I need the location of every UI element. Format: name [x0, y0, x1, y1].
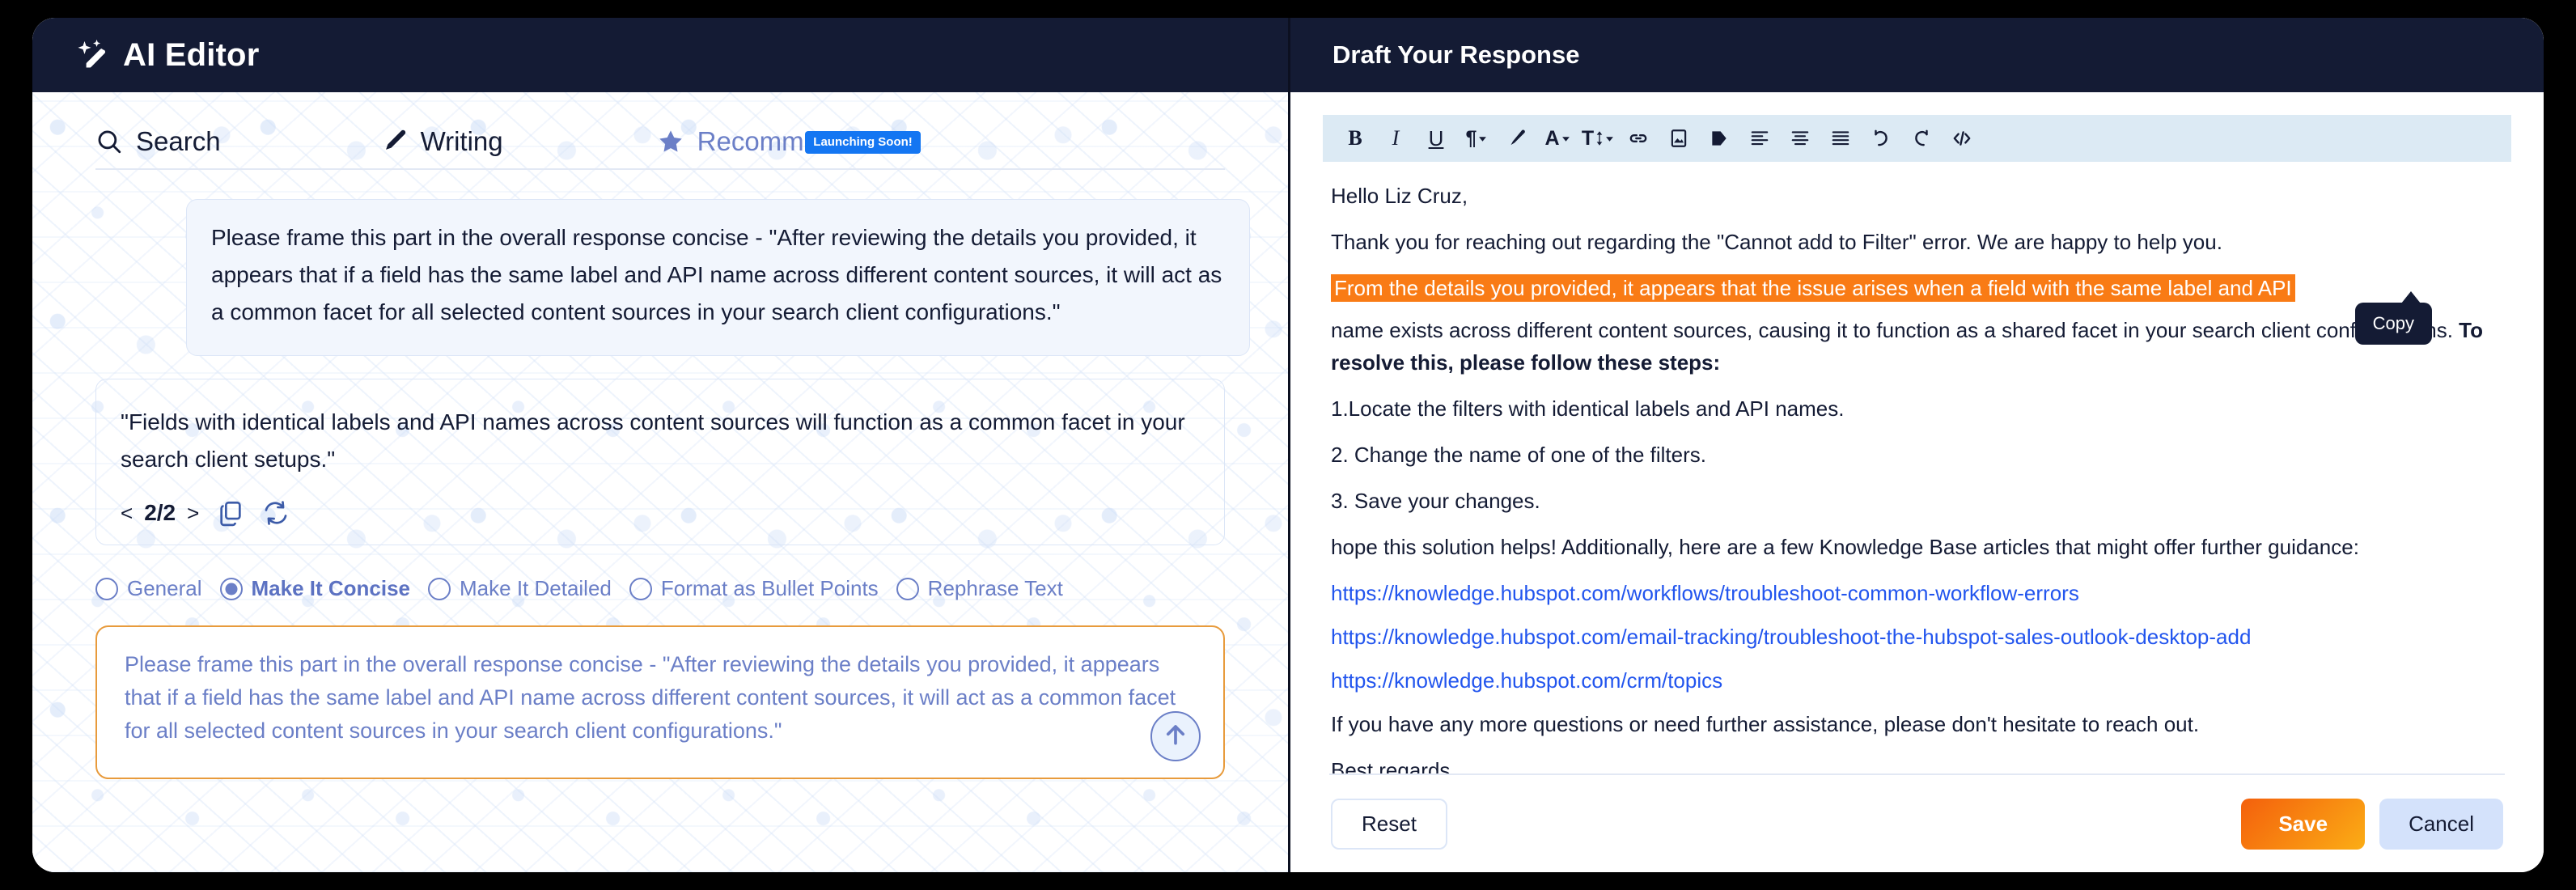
- launching-soon-badge: Launching Soon!: [805, 131, 921, 154]
- link-icon[interactable]: [1621, 121, 1656, 156]
- arrow-up-icon: [1162, 721, 1189, 752]
- copy-icon[interactable]: [217, 499, 244, 527]
- response-pager[interactable]: < 2/2 >: [121, 500, 199, 526]
- brand: AI Editor: [76, 37, 259, 74]
- image-icon[interactable]: [1661, 121, 1697, 156]
- paragraph-format-icon[interactable]: ¶: [1459, 121, 1494, 156]
- redo-icon[interactable]: [1904, 121, 1939, 156]
- kb-link-3[interactable]: https://knowledge.hubspot.com/crm/topics: [1331, 664, 2505, 697]
- radio-make-it-concise-label: Make It Concise: [251, 576, 411, 600]
- magic-wand-sparkle-icon: [76, 38, 110, 72]
- left-body: Search Writing R: [32, 92, 1288, 872]
- radio-circle-selected-icon: [219, 577, 243, 600]
- draft-title: Draft Your Response: [1332, 40, 1580, 69]
- radio-rephrase-text-label: Rephrase Text: [927, 576, 1063, 600]
- radio-make-it-concise[interactable]: Make It Concise: [219, 576, 411, 601]
- app-title: AI Editor: [123, 36, 260, 73]
- editor-highlighted-paragraph: From the details you provided, it appear…: [1331, 272, 2505, 304]
- pager-value: 2/2: [144, 500, 176, 525]
- app-header: AI Editor: [32, 18, 1288, 92]
- footer-actions: Save Cancel: [2241, 798, 2503, 850]
- editor-toolbar: B I U ¶ A T: [1323, 115, 2511, 162]
- tab-search-label: Search: [136, 126, 221, 156]
- highlighted-text: From the details you provided, it appear…: [1331, 274, 2295, 302]
- response-controls: < 2/2 >: [121, 499, 1200, 527]
- star-icon: [657, 128, 684, 155]
- align-justify-icon[interactable]: [1823, 121, 1858, 156]
- tag-icon[interactable]: [1701, 121, 1737, 156]
- prompt-composer[interactable]: Please frame this part in the overall re…: [95, 625, 1225, 779]
- save-button[interactable]: Save: [2241, 798, 2366, 850]
- editor-hope-paragraph: hope this solution helps! Additionally, …: [1331, 535, 2359, 559]
- pencil-icon: [380, 128, 408, 155]
- tab-writing-label: Writing: [420, 126, 503, 156]
- user-prompt-bubble: Please frame this part in the overall re…: [186, 199, 1250, 356]
- align-center-icon[interactable]: [1782, 121, 1818, 156]
- left-panel: AI Editor Search Writing Launching Soon!…: [32, 18, 1288, 872]
- tab-search[interactable]: Search: [95, 126, 221, 168]
- ai-editor-window: AI Editor Search Writing Launching Soon!…: [32, 18, 2544, 872]
- editor-greeting: Hello Liz Cruz,: [1331, 184, 1468, 208]
- right-panel: Draft Your Response B I U ¶ A T Copy Hel…: [1288, 18, 2544, 872]
- underline-icon[interactable]: U: [1418, 121, 1454, 156]
- composer-input[interactable]: Please frame this part in the overall re…: [125, 648, 1193, 748]
- pager-next-button[interactable]: >: [187, 501, 199, 526]
- pager-prev-button[interactable]: <: [121, 501, 133, 526]
- radio-circle-icon: [428, 577, 451, 600]
- editor-resolution-paragraph: name exists across different content sou…: [1331, 314, 2505, 379]
- radio-general[interactable]: General: [95, 576, 202, 601]
- tab-writing[interactable]: Writing: [380, 126, 503, 168]
- resolution-plain-text: name exists across different content sou…: [1331, 318, 2459, 342]
- radio-circle-icon: [629, 577, 652, 600]
- undo-icon[interactable]: [1863, 121, 1899, 156]
- editor-closing-paragraph: If you have any more questions or need f…: [1331, 712, 2200, 736]
- bold-icon[interactable]: B: [1337, 121, 1373, 156]
- send-button[interactable]: [1150, 711, 1201, 761]
- draft-body: B I U ¶ A T Copy Hello Liz Cruz, Thank y…: [1290, 92, 2544, 872]
- kb-link-1[interactable]: https://knowledge.hubspot.com/workflows/…: [1331, 577, 2505, 609]
- editor-signoff: Best regards,: [1331, 758, 1456, 773]
- font-color-icon[interactable]: A: [1540, 121, 1575, 156]
- highlighter-pen-icon[interactable]: [1499, 121, 1535, 156]
- radio-rephrase-text[interactable]: Rephrase Text: [896, 576, 1063, 601]
- draft-footer: Reset Save Cancel: [1329, 773, 2505, 872]
- editor-thanks-paragraph: Thank you for reaching out regarding the…: [1331, 230, 2222, 254]
- ai-response-card: "Fields with identical labels and API na…: [95, 379, 1225, 545]
- user-prompt-text: Please frame this part in the overall re…: [211, 225, 1222, 324]
- ai-response-text: "Fields with identical labels and API na…: [121, 409, 1185, 472]
- radio-format-as-bullet-points[interactable]: Format as Bullet Points: [629, 576, 879, 601]
- font-size-icon[interactable]: T: [1580, 121, 1616, 156]
- radio-format-as-bullet-points-label: Format as Bullet Points: [660, 576, 879, 600]
- refresh-icon[interactable]: [262, 499, 290, 527]
- radio-circle-icon: [95, 577, 118, 600]
- search-icon: [95, 128, 123, 155]
- code-icon[interactable]: [1944, 121, 1980, 156]
- radio-make-it-detailed[interactable]: Make It Detailed: [428, 576, 612, 601]
- draft-editor[interactable]: Copy Hello Liz Cruz, Thank you for reach…: [1323, 162, 2511, 773]
- cancel-button[interactable]: Cancel: [2379, 798, 2503, 850]
- radio-make-it-detailed-label: Make It Detailed: [460, 576, 612, 600]
- radio-general-label: General: [127, 576, 202, 600]
- align-left-icon[interactable]: [1742, 121, 1777, 156]
- italic-icon[interactable]: I: [1378, 121, 1413, 156]
- editor-step-1: 1.Locate the filters with identical labe…: [1331, 396, 1845, 421]
- copy-tooltip: Copy: [2354, 291, 2432, 345]
- tab-recommendations[interactable]: Recommendations Launching Soon!: [657, 126, 921, 168]
- kb-link-2[interactable]: https://knowledge.hubspot.com/email-trac…: [1331, 621, 2505, 653]
- editor-step-3: 3. Save your changes.: [1331, 489, 1540, 513]
- draft-header: Draft Your Response: [1290, 18, 2544, 92]
- tab-bar: Search Writing R: [95, 92, 1225, 170]
- editor-step-2: 2. Change the name of one of the filters…: [1331, 443, 1706, 467]
- reset-button[interactable]: Reset: [1331, 798, 1447, 850]
- radio-circle-icon: [896, 577, 919, 600]
- tone-options: General Make It Concise Make It Detailed…: [95, 576, 1225, 601]
